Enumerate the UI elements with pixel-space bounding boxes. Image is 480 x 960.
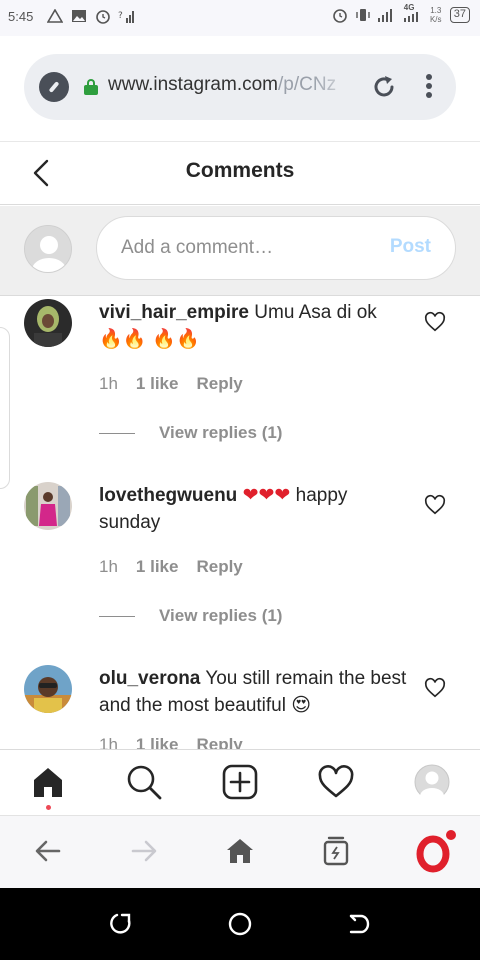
reply-button[interactable]: Reply	[196, 374, 242, 394]
view-replies-label: View replies (1)	[159, 606, 283, 625]
replies-divider	[99, 432, 135, 434]
fire-emoji: 🔥🔥 🔥🔥	[99, 328, 200, 350]
speed-dial-icon[interactable]	[39, 72, 69, 102]
view-replies[interactable]: View replies (1)	[99, 606, 282, 626]
search-icon[interactable]	[126, 764, 162, 800]
browser-address-area: www.instagram.com/p/CNz	[0, 36, 480, 142]
avatar	[24, 225, 72, 273]
new-post-icon[interactable]	[222, 764, 258, 800]
comment-username[interactable]: olu_verona	[99, 668, 200, 689]
warning-icon	[46, 7, 64, 25]
back-button-icon[interactable]	[348, 912, 372, 936]
network-4g-icon: 4G	[400, 3, 422, 24]
url-text[interactable]: www.instagram.com/p/CNz	[108, 74, 358, 96]
android-nav-bar	[0, 888, 480, 960]
browser-menu-icon[interactable]	[424, 72, 434, 102]
alarm-icon	[94, 7, 112, 25]
profile-avatar[interactable]	[414, 764, 450, 804]
speed-value: 1.3	[430, 6, 442, 15]
vibrate-icon	[354, 6, 372, 24]
comment-likes[interactable]: 1 like	[136, 557, 179, 577]
comment-text: lovethegwuenu ❤❤❤ happy sunday	[99, 482, 409, 536]
instagram-bottom-nav	[0, 749, 480, 815]
signal-bars-icon	[377, 6, 395, 24]
status-right-icons: 4G 1.3 K/s 37	[331, 3, 470, 24]
url-path: /p/CNz	[278, 74, 337, 95]
comment-likes[interactable]: 1 like	[136, 735, 179, 749]
reply-button[interactable]: Reply	[196, 557, 242, 577]
comment-input[interactable]	[121, 237, 371, 259]
post-button[interactable]: Post	[390, 236, 431, 258]
network-label: 4G	[403, 3, 415, 12]
comment-time: 1h	[99, 374, 118, 393]
comment-text: vivi_hair_empire Umu Asa di ok 🔥🔥 🔥🔥	[99, 299, 409, 353]
battery-indicator: 37	[449, 7, 470, 23]
comment-likes[interactable]: 1 like	[136, 374, 179, 394]
opera-logo[interactable]	[415, 829, 459, 873]
reply-button[interactable]: Reply	[196, 735, 242, 749]
alarm-icon	[331, 6, 349, 24]
comment-username[interactable]: lovethegwuenu	[99, 485, 237, 506]
comment-input-wrapper: Post	[96, 216, 456, 280]
like-heart-icon[interactable]	[424, 494, 446, 516]
comment-time: 1h	[99, 735, 118, 749]
image-icon	[70, 7, 88, 25]
page-title: Comments	[185, 159, 295, 182]
svg-text:?: ?	[118, 11, 123, 21]
notification-dot	[46, 805, 51, 810]
speed-unit: K/s	[429, 15, 442, 24]
lock-icon	[84, 79, 98, 95]
battery-level: 37	[453, 8, 466, 20]
address-bar[interactable]: www.instagram.com/p/CNz	[24, 54, 456, 120]
heart-eyes-emoji: 😍	[291, 694, 312, 716]
hearts-emoji: ❤❤❤	[242, 484, 291, 506]
avatar[interactable]	[24, 665, 72, 713]
comment-time: 1h	[99, 557, 118, 576]
comment-username[interactable]: vivi_hair_empire	[99, 302, 249, 323]
tabs-icon[interactable]	[321, 836, 351, 866]
signal-question-icon: ?	[118, 7, 136, 25]
view-replies[interactable]: View replies (1)	[99, 423, 282, 443]
comment-meta: 1h 1 like Reply	[99, 374, 243, 394]
forward-arrow-icon[interactable]	[129, 836, 159, 866]
status-bar: 5:45 ? 4G 1.3 K/s 37	[0, 0, 480, 36]
scroll-edge	[0, 327, 10, 489]
status-left-icons: ?	[46, 7, 136, 25]
status-time: 5:45	[8, 9, 34, 24]
back-arrow-icon[interactable]	[33, 836, 63, 866]
browser-bottom-bar	[0, 815, 480, 888]
avatar[interactable]	[24, 299, 72, 347]
home-icon[interactable]	[30, 764, 66, 800]
like-heart-icon[interactable]	[424, 311, 446, 333]
comment-list[interactable]: vivi_hair_empire Umu Asa di ok 🔥🔥 🔥🔥 1h …	[0, 297, 480, 749]
home-icon[interactable]	[225, 836, 255, 866]
like-heart-icon[interactable]	[424, 677, 446, 699]
comment-meta: 1h 1 like Reply	[99, 557, 243, 577]
url-host: www.instagram.com	[108, 74, 278, 95]
avatar[interactable]	[24, 482, 72, 530]
network-speed: 1.3 K/s	[427, 6, 445, 24]
reload-icon[interactable]	[371, 74, 397, 100]
comment-message: Umu Asa di ok	[254, 302, 377, 323]
replies-divider	[99, 615, 135, 617]
comment-meta: 1h 1 like Reply	[99, 735, 243, 749]
home-button-icon[interactable]	[228, 912, 252, 936]
view-replies-label: View replies (1)	[159, 423, 283, 442]
recents-icon[interactable]	[108, 912, 132, 936]
comment-text: olu_verona You still remain the best and…	[99, 665, 409, 719]
comments-header: Comments	[0, 143, 480, 205]
activity-heart-icon[interactable]	[318, 764, 354, 800]
comment-composer: Post	[0, 206, 480, 296]
